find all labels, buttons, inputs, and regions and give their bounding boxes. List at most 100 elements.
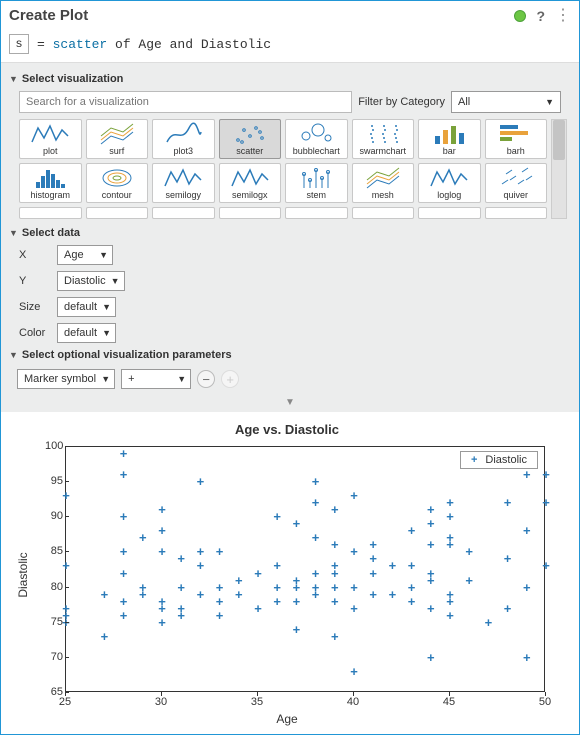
data-point: + [350, 668, 358, 676]
data-point: + [427, 541, 435, 549]
select-y[interactable]: Diastolic [57, 271, 125, 291]
data-point: + [542, 471, 550, 479]
select-x[interactable]: Age [57, 245, 113, 265]
chart-axes[interactable]: + Diastolic ++++++++++++++++++++++++++++… [65, 446, 545, 692]
data-point: + [197, 591, 205, 599]
collapse-handle[interactable]: ▼ [9, 395, 571, 410]
mesh-icon [355, 166, 412, 190]
gallery-item-plot[interactable]: plot [19, 119, 82, 159]
y-tick: 85 [45, 545, 63, 557]
gallery-item-semilogx[interactable]: semilogx [219, 163, 282, 203]
gallery-item-partial[interactable] [86, 207, 149, 219]
data-row-size: Size default [19, 297, 571, 317]
gallery-item-partial[interactable] [152, 207, 215, 219]
select-param-name[interactable]: Marker symbol [17, 369, 115, 389]
data-point: + [504, 499, 512, 507]
gallery-item-semilogy[interactable]: semilogy [152, 163, 215, 203]
data-point: + [254, 570, 262, 578]
loglog-icon [421, 166, 478, 190]
gallery-item-partial[interactable] [352, 207, 415, 219]
data-point: + [350, 584, 358, 592]
help-icon[interactable]: ? [536, 8, 545, 24]
kebab-menu-icon[interactable]: ⋮ [555, 10, 571, 22]
chart-title: Age vs. Diastolic [9, 422, 565, 437]
y-tick: 75 [45, 616, 63, 628]
data-point: + [465, 548, 473, 556]
optional-param-row: Marker symbol + − + [17, 369, 571, 389]
data-point: + [101, 591, 109, 599]
data-point: + [158, 548, 166, 556]
data-point: + [293, 626, 301, 634]
surf-icon [89, 122, 146, 146]
data-point: + [427, 654, 435, 662]
data-point: + [331, 633, 339, 641]
y-tick: 95 [45, 475, 63, 487]
y-axis-label: Diastolic [16, 552, 30, 597]
data-point: + [331, 598, 339, 606]
data-point: + [293, 584, 301, 592]
bar-icon [421, 122, 478, 146]
gallery-item-stem[interactable]: stem [285, 163, 348, 203]
barh-icon [488, 122, 545, 146]
gallery-item-partial[interactable] [285, 207, 348, 219]
section-select-visualization[interactable]: ▼ Select visualization [9, 73, 571, 85]
gallery-item-contour[interactable]: contour [86, 163, 149, 203]
gallery-item-partial[interactable] [485, 207, 548, 219]
data-point: + [427, 605, 435, 613]
title-icons: ? ⋮ [514, 8, 571, 24]
data-point: + [446, 541, 454, 549]
section-select-data[interactable]: ▼ Select data [9, 227, 571, 239]
plot-icon [22, 122, 79, 146]
output-variable-box[interactable]: s [9, 34, 29, 54]
data-point: + [120, 598, 128, 606]
data-point: + [523, 584, 531, 592]
status-dot-icon [514, 10, 526, 22]
data-point: + [120, 513, 128, 521]
disclosure-triangle-icon: ▼ [9, 228, 18, 238]
label-x: X [19, 249, 49, 261]
data-point: + [293, 598, 301, 606]
data-point: + [139, 534, 147, 542]
data-point: + [369, 541, 377, 549]
data-point: + [158, 619, 166, 627]
data-point: + [542, 499, 550, 507]
semilogy-icon [155, 166, 212, 190]
gallery-item-swarmchart[interactable]: swarmchart [352, 119, 415, 159]
gallery-item-partial[interactable] [19, 207, 82, 219]
gallery-item-bar[interactable]: bar [418, 119, 481, 159]
data-point: + [235, 591, 243, 599]
scrollbar-thumb[interactable] [553, 120, 565, 160]
gallery-item-plot3[interactable]: plot3 [152, 119, 215, 159]
gallery-item-scatter[interactable]: scatter [219, 119, 282, 159]
gallery-item-mesh[interactable]: mesh [352, 163, 415, 203]
label-color: Color [19, 327, 49, 339]
data-point: + [62, 619, 70, 627]
y-tick: 100 [45, 440, 63, 452]
remove-param-button[interactable]: − [197, 370, 215, 388]
gallery-item-partial[interactable] [418, 207, 481, 219]
data-point: + [177, 584, 185, 592]
gallery-item-loglog[interactable]: loglog [418, 163, 481, 203]
gallery-item-bubblechart[interactable]: bubblechart [285, 119, 348, 159]
data-point: + [273, 513, 281, 521]
gallery-item-histogram[interactable]: histogram [19, 163, 82, 203]
select-param-value[interactable]: + [121, 369, 191, 389]
gallery-item-barh[interactable]: barh [485, 119, 548, 159]
gallery-scrollbar[interactable] [551, 119, 567, 219]
section-optional-params[interactable]: ▼ Select optional visualization paramete… [9, 349, 571, 361]
x-tick: 50 [539, 696, 551, 708]
x-tick: 30 [155, 696, 167, 708]
data-point: + [427, 520, 435, 528]
visualization-search-input[interactable] [19, 91, 352, 113]
gallery-item-surf[interactable]: surf [86, 119, 149, 159]
data-point: + [216, 612, 224, 620]
visualization-gallery: plotsurfplot3scatterbubblechartswarmchar… [19, 119, 547, 219]
gallery-item-quiver[interactable]: quiver [485, 163, 548, 203]
filter-category-select[interactable]: All▼ [451, 91, 561, 113]
select-color[interactable]: default [57, 323, 116, 343]
gallery-item-partial[interactable] [219, 207, 282, 219]
add-param-button[interactable]: + [221, 370, 239, 388]
data-point: + [408, 584, 416, 592]
plot-area: Age vs. Diastolic Diastolic Age + Diasto… [1, 412, 579, 734]
select-size[interactable]: default [57, 297, 116, 317]
